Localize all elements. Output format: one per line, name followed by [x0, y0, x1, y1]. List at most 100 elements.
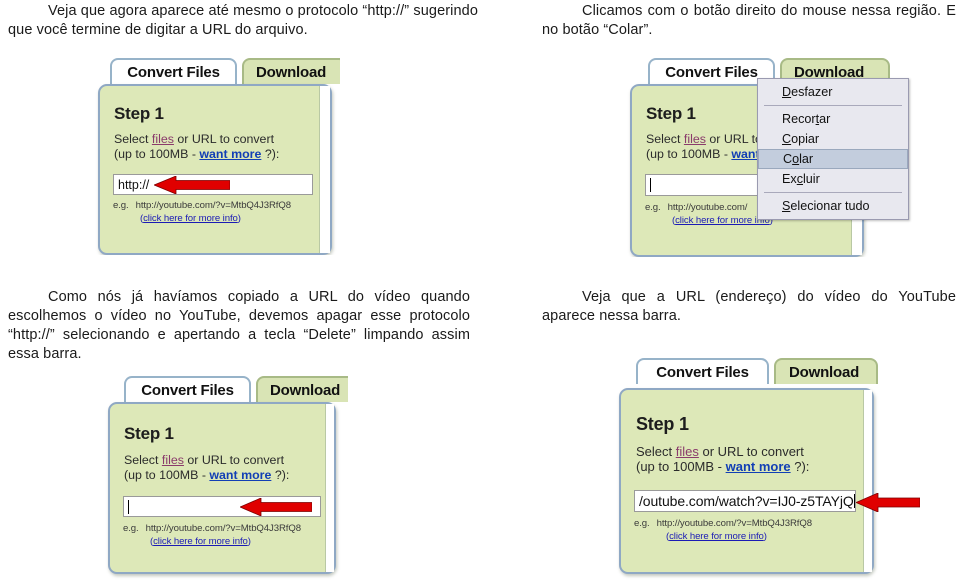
tab-convert-files[interactable]: Convert Files: [124, 376, 251, 402]
item-post: elecionar tudo: [790, 199, 870, 213]
item-accel: D: [782, 85, 792, 99]
size-suffix: ?):: [261, 147, 280, 161]
more-info-line[interactable]: (click here for more info): [666, 531, 767, 542]
panel-side-strip: [325, 404, 334, 572]
context-menu[interactable]: Desfazer Recor t ar Copiar Co lar Ex c luir S…: [757, 78, 909, 220]
context-menu-item-excluir[interactable]: Ex c luir: [758, 169, 908, 189]
select-prefix: Select: [646, 132, 684, 146]
size-suffix: ?):: [271, 468, 290, 482]
select-files-line: Select files or URL to: [646, 132, 762, 147]
example-label: e.g.: [123, 523, 139, 534]
example-url: http://youtube.com/?v=MtbQ4J3RfQ8: [145, 523, 301, 534]
figure-step1-http-prefilled: Convert Files Download Step 1 Select fil…: [90, 50, 340, 255]
example-url: http://youtube.com/: [667, 202, 748, 213]
want-more-link[interactable]: want more: [726, 459, 791, 474]
size-suffix: ?):: [790, 459, 810, 474]
tab-convert-files[interactable]: Convert Files: [648, 58, 775, 84]
paragraph-top-left: Veja que agora aparece até mesmo o proto…: [8, 2, 478, 40]
step1-panel: Step 1 Select files or URL to convert (u…: [108, 402, 336, 574]
item-post: luir: [803, 172, 820, 186]
tab-convert-files[interactable]: Convert Files: [636, 358, 769, 384]
url-input-http-value: http://: [118, 177, 150, 192]
context-menu-item-selecionar-tudo[interactable]: Selecionar tudo: [758, 196, 908, 216]
tab-convert-files-label: Convert Files: [141, 381, 234, 399]
more-info-line[interactable]: (click here for more info): [140, 213, 241, 224]
size-prefix: (up to 100MB -: [124, 468, 210, 482]
item-pre: C: [783, 152, 793, 166]
item-post: esfazer: [791, 85, 833, 99]
size-limit-line: (up to 100MB - want more ?):: [114, 147, 279, 162]
select-suffix: or URL to convert: [698, 444, 804, 459]
text-caret-icon: [128, 499, 129, 514]
tab-download[interactable]: Download: [774, 358, 878, 384]
size-limit-line: (up to 100MB - want more ?):: [124, 468, 289, 483]
tab-convert-files-label: Convert Files: [665, 63, 758, 81]
more-info-line[interactable]: (click here for more info): [150, 536, 251, 547]
tab-convert-files[interactable]: Convert Files: [110, 58, 237, 84]
context-menu-item-recortar[interactable]: Recor t ar: [758, 109, 908, 129]
select-prefix: Select: [636, 444, 676, 459]
paragraph-top-left-text: Veja que agora aparece até mesmo o proto…: [8, 3, 478, 38]
size-prefix: (up to 100MB -: [636, 459, 726, 474]
example-line: e.g. http://youtube.com/?v=MtbQ4J3RfQ8: [113, 200, 291, 211]
paragraph-mid-left-text: Como nós já havíamos copiado a URL do ví…: [8, 289, 470, 362]
select-suffix: or URL to convert: [173, 132, 275, 146]
want-more-link[interactable]: want more: [209, 468, 271, 482]
paren-close: ): [237, 213, 241, 224]
tab-download-label: Download: [789, 363, 860, 381]
arrow-left-icon: [856, 493, 920, 512]
size-prefix: (up to 100MB -: [646, 147, 732, 161]
files-link[interactable]: files: [152, 132, 174, 146]
item-accel: C: [782, 132, 792, 146]
step-title: Step 1: [646, 104, 696, 123]
step1-panel: Step 1 Select files or URL to convert (u…: [619, 388, 874, 574]
example-url: http://youtube.com/?v=MtbQ4J3RfQ8: [656, 518, 812, 529]
item-pre: Recor: [782, 112, 816, 126]
files-link[interactable]: files: [684, 132, 706, 146]
more-info-link[interactable]: click here for more info: [675, 215, 770, 226]
figure-step1-context-menu: Convert Files Download Step 1 Select fil…: [622, 50, 922, 257]
paragraph-mid-left: Como nós já havíamos copiado a URL do ví…: [8, 288, 470, 364]
context-menu-separator: [764, 192, 902, 193]
example-line: e.g. http://youtube.com/?v=MtbQ4J3RfQ8: [634, 518, 812, 529]
item-post: opiar: [791, 132, 820, 146]
context-menu-item-desfazer[interactable]: Desfazer: [758, 82, 908, 102]
files-link[interactable]: files: [676, 444, 699, 459]
tab-convert-files-label: Convert Files: [127, 63, 220, 81]
select-files-line: Select files or URL to convert: [124, 453, 284, 468]
more-info-link[interactable]: click here for more info: [143, 213, 238, 224]
document-page: Veja que agora aparece até mesmo o proto…: [0, 0, 960, 586]
step1-panel-inner: Step 1 Select files or URL to convert (u…: [110, 404, 334, 572]
select-suffix: or URL to convert: [183, 453, 285, 467]
item-accel: o: [792, 152, 800, 166]
tab-download-label: Download: [256, 63, 327, 81]
item-post: lar: [799, 152, 814, 166]
url-input-youtube[interactable]: /outube.com/watch?v=IJ0-z5TAYjQ: [634, 490, 856, 512]
figure-step1-empty-field: Convert Files Download Step 1 Select fil…: [98, 368, 348, 586]
example-label: e.g.: [113, 200, 129, 211]
example-url: http://youtube.com/?v=MtbQ4J3RfQ8: [135, 200, 291, 211]
tab-download-label: Download: [270, 381, 341, 399]
size-limit-line: (up to 100MB - want more ?):: [636, 459, 810, 475]
tab-download[interactable]: Download: [256, 376, 348, 402]
select-files-line: Select files or URL to convert: [636, 444, 804, 460]
tab-download[interactable]: Download: [242, 58, 340, 84]
files-link[interactable]: files: [162, 453, 184, 467]
more-info-link[interactable]: click here for more info: [153, 536, 248, 547]
step-title: Step 1: [636, 414, 689, 434]
want-more-link[interactable]: want more: [199, 147, 261, 161]
context-menu-item-copiar[interactable]: Copiar: [758, 129, 908, 149]
text-caret-icon: [650, 178, 651, 192]
text-caret-icon: [853, 494, 855, 508]
select-files-line: Select files or URL to convert: [114, 132, 274, 147]
step-title: Step 1: [124, 424, 174, 443]
url-input-youtube-value: /outube.com/watch?v=IJ0-z5TAYjQ: [639, 493, 854, 509]
paragraph-top-right: Clicamos com o botão direito do mouse ne…: [542, 2, 956, 40]
more-info-link[interactable]: click here for more info: [669, 531, 764, 542]
step1-panel-inner: Step 1 Select files or URL to convert (u…: [621, 390, 872, 572]
example-line: e.g. http://youtube.com/?v=MtbQ4J3RfQ8: [123, 523, 301, 534]
want-more-link[interactable]: want: [731, 147, 759, 161]
figure-step1-youtube-url: Convert Files Download Step 1 Select fil…: [600, 350, 920, 586]
context-menu-item-colar[interactable]: Co lar: [758, 149, 908, 169]
paragraph-mid-right: Veja que a URL (endereço) do vídeo do Yo…: [542, 288, 956, 326]
